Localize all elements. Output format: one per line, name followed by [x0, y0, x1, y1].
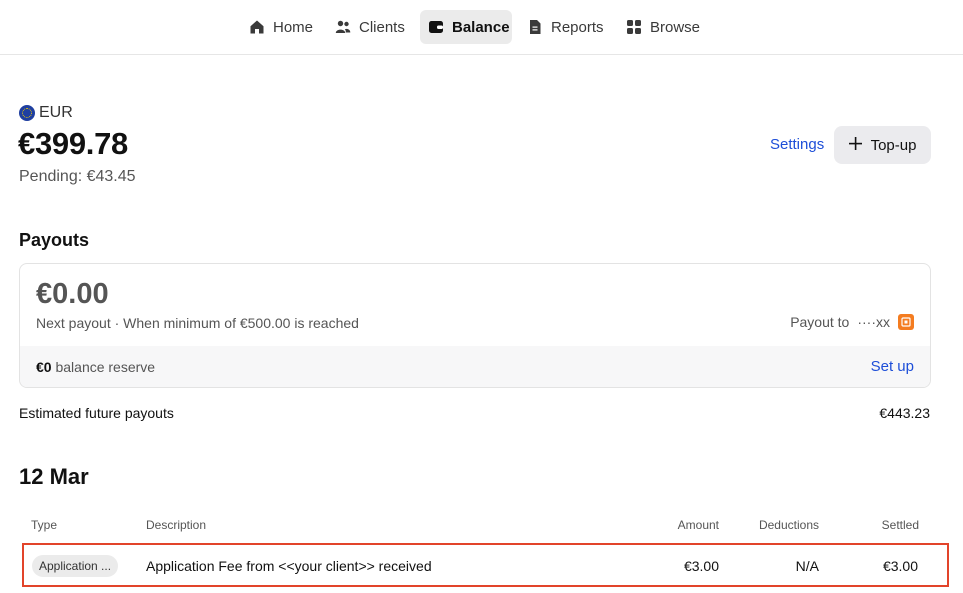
- row-deductions: N/A: [795, 558, 819, 574]
- column-header-amount[interactable]: Amount: [678, 518, 719, 532]
- grid-icon: [626, 19, 642, 35]
- topup-label: Top-up: [870, 136, 917, 154]
- top-navigation: Home Clients Balance Reports Browse: [0, 0, 963, 55]
- nav-label-browse: Browse: [650, 18, 701, 36]
- nav-label-reports: Reports: [551, 18, 604, 36]
- bank-icon: [898, 314, 914, 330]
- currency-code: EUR: [39, 104, 73, 121]
- topup-button[interactable]: Top-up: [834, 126, 931, 164]
- column-header-settled[interactable]: Settled: [882, 518, 919, 532]
- nav-label-balance: Balance: [452, 18, 510, 36]
- payouts-title: Payouts: [19, 230, 90, 250]
- nav-label-clients: Clients: [359, 18, 405, 36]
- payout-amount: €0.00: [36, 278, 109, 310]
- nav-item-reports[interactable]: Reports: [519, 10, 612, 44]
- estimated-payouts-label: Estimated future payouts: [19, 405, 174, 421]
- balance-amount: €399.78: [18, 126, 128, 161]
- nav-item-browse[interactable]: Browse: [618, 10, 708, 44]
- pending-amount: Pending: €43.45: [19, 168, 136, 185]
- clients-icon: [335, 19, 351, 35]
- nav-item-clients[interactable]: Clients: [327, 10, 413, 44]
- home-icon: [249, 19, 265, 35]
- next-payout-text: Next payout · When minimum of €500.00 is…: [36, 315, 359, 331]
- settings-link[interactable]: Settings: [770, 136, 824, 153]
- nav-item-balance[interactable]: Balance: [420, 10, 512, 44]
- account-mask: ····xx: [857, 314, 890, 330]
- row-settled: €3.00: [882, 558, 918, 574]
- payout-destination: Payout to ····xx: [790, 314, 914, 330]
- row-description: Application Fee from <<your client>> rec…: [146, 558, 432, 574]
- date-heading: 12 Mar: [19, 464, 89, 489]
- reserve-label: balance reserve: [55, 359, 156, 375]
- column-header-deductions[interactable]: Deductions: [759, 518, 819, 532]
- payout-to-label: Payout to: [790, 314, 850, 330]
- setup-link[interactable]: Set up: [871, 358, 914, 375]
- reserve-footer: €0 balance reserve Set up: [20, 346, 930, 387]
- plus-icon: [848, 136, 862, 154]
- type-badge: Application ...: [32, 555, 119, 577]
- document-icon: [527, 19, 543, 35]
- reserve-text: €0 balance reserve: [36, 359, 155, 375]
- payout-card: €0.00 Next payout · When minimum of €500…: [19, 263, 931, 388]
- nav-item-home[interactable]: Home: [241, 10, 321, 44]
- table-row[interactable]: Application ... Application Fee from <<y…: [22, 543, 949, 587]
- nav-label-home: Home: [273, 18, 314, 36]
- column-header-type[interactable]: Type: [31, 518, 57, 532]
- estimated-payouts-value: €443.23: [879, 405, 930, 421]
- row-amount: €3.00: [683, 558, 719, 574]
- reserve-amount: €0: [36, 359, 52, 375]
- column-header-description[interactable]: Description: [146, 518, 206, 532]
- wallet-icon: [428, 19, 444, 35]
- currency-row: EUR: [19, 104, 73, 122]
- eu-flag-icon: [19, 105, 35, 121]
